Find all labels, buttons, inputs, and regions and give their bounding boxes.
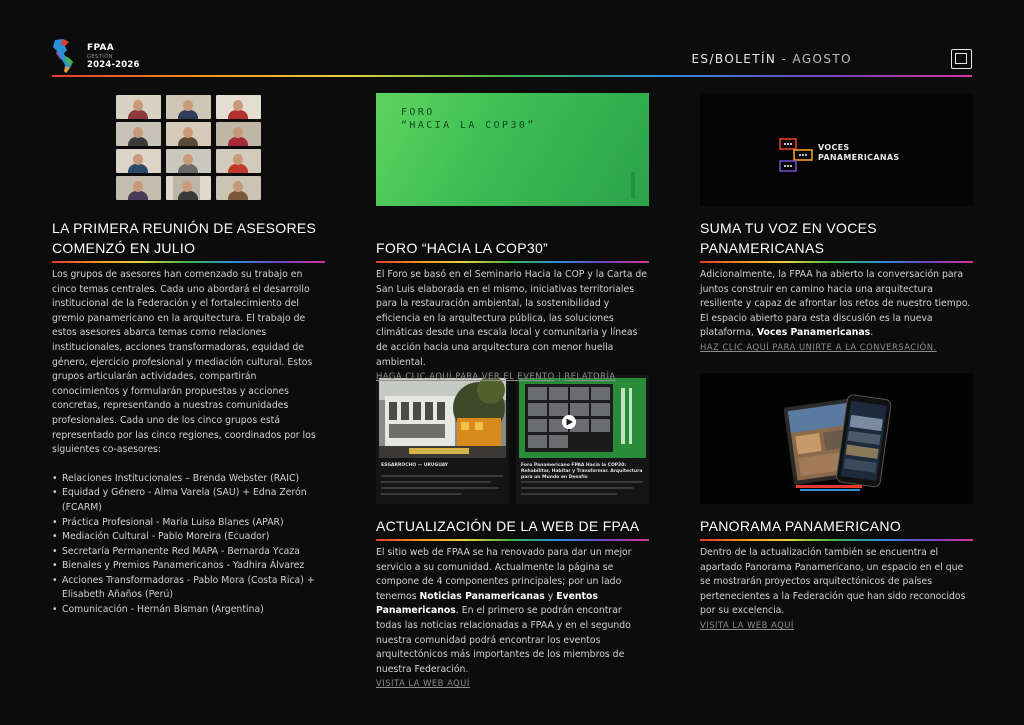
video-call-participant-tile [173, 176, 200, 200]
asesores-paragraph: Los grupos de asesores han comenzado su … [52, 269, 316, 456]
video-call-participant-tile [166, 95, 211, 119]
fpaa-logo: FPAA GESTIÓN 2024-2026 [51, 38, 141, 74]
voces-banner-line1: VOCES [818, 143, 850, 152]
asesores-list-item: Acciones Transformadoras - Pablo Mora (C… [52, 574, 325, 603]
panorama-heading: PANORAMA PANAMERICANO [700, 518, 902, 534]
visit-web-link[interactable]: VISITA LA WEB AQUÍ [376, 678, 649, 688]
web-update-text-and: y [544, 590, 557, 602]
relatoria-link[interactable]: RELATORÍA [564, 371, 615, 381]
heading-divider [700, 539, 973, 541]
video-call-participant-tile [116, 95, 161, 119]
header-rainbow-divider [52, 75, 972, 77]
voces-article: SUMA TU VOZ EN VOCES PANAMERICANAS Adici… [700, 218, 973, 352]
web-update-heading: ACTUALIZACIÓN DE LA WEB DE FPAA [376, 518, 640, 534]
video-call-photo [116, 95, 261, 202]
voces-banner-line2: PANAMERICANAS [818, 153, 900, 162]
speech-bubbles-icon [779, 138, 813, 172]
voces-heading-line1: SUMA TU VOZ EN VOCES [700, 220, 877, 236]
americas-map-icon [53, 39, 73, 73]
bulletin-title-main: ES/BOLETÍN [691, 52, 777, 66]
voces-heading-line2: PANAMERICANAS [700, 240, 825, 256]
foro-links: HAGA CLIC AQUÍ PARA VER EL EVENTO | RELA… [376, 371, 649, 381]
voces-text-c: . [870, 327, 874, 339]
bulletin-title-month: AGOSTO [792, 52, 852, 66]
noticias-panamericanas-text: Noticias Panamericanas [419, 590, 545, 602]
panorama-article: PANORAMA PANAMERICANO Dentro de la actua… [700, 516, 973, 630]
thumbnail-caption: ESGARROCHO — URUGUAY [381, 463, 503, 469]
video-call-participant-tile [116, 176, 161, 200]
logo-org-name: FPAA [87, 43, 115, 53]
foro-paragraph: El Foro se basó en el Seminario Hacia la… [376, 269, 647, 368]
video-thumbnail-caption: Foro Panamericano FPAA Hacia la COP30: R… [521, 463, 643, 481]
video-call-participant-tile [216, 95, 261, 119]
voces-paragraph: Adicionalmente, la FPAA ha abierto la co… [700, 268, 973, 341]
foro-cop30-banner: FORO “HACIA LA COP30” [376, 93, 649, 206]
heading-divider [376, 539, 649, 541]
visit-web-link[interactable]: VISITA LA WEB AQUÍ [700, 620, 973, 630]
video-call-participant-tile [116, 122, 161, 146]
asesores-list-item: Secretaría Permanente Red MAPA - Bernard… [52, 545, 325, 560]
asesores-heading-line2: COMENZÓ EN JULIO [52, 240, 196, 256]
video-call-participant-tile [166, 122, 211, 146]
asesores-list-item: Bienales y Premios Panamericanos - Yadhi… [52, 559, 325, 574]
bulletin-logo-icon [951, 49, 972, 69]
foro-event-link[interactable]: HAGA CLIC AQUÍ PARA VER EL EVENTO [376, 371, 555, 381]
web-update-paragraph: El sitio web de FPAA se ha renovado para… [376, 546, 649, 677]
asesores-list-item: Equidad y Género - Alma Varela (SAU) + E… [52, 486, 325, 515]
video-call-participant-tile [216, 122, 261, 146]
voces-banner-title: VOCES PANAMERICANAS [818, 143, 899, 163]
thumbnail-caption-title: ESGARROCHO — URUGUAY [381, 463, 449, 468]
video-call-participant-tile [216, 149, 261, 173]
banner-text-cop30: “HACIA LA COP30” [401, 120, 536, 131]
panorama-paragraph: Dentro de la actualización también se en… [700, 547, 966, 617]
video-thumbnail-title: Foro Panamericano FPAA Hacia la COP30: R… [521, 463, 643, 480]
asesores-list-item: Práctica Profesional - María Luisa Blane… [52, 516, 325, 531]
logo-years: 2024-2026 [87, 60, 140, 70]
asesores-list-item: Mediación Cultural - Pablo Moreira (Ecua… [52, 530, 325, 545]
asesores-list: Relaciones Institucionales – Brenda Webs… [52, 472, 325, 618]
voces-panamericanas-banner: VOCES PANAMERICANAS [700, 93, 973, 206]
voces-panamericanas-text: Voces Panamericanas [756, 327, 871, 339]
link-separator: | [554, 371, 565, 382]
banner-text-foro: FORO [401, 107, 435, 118]
asesores-article: LA PRIMERA REUNIÓN DE ASESORES COMENZÓ E… [52, 218, 325, 618]
forum-video-thumbnail[interactable]: Foro Panamericano FPAA Hacia la COP30: R… [516, 375, 649, 504]
heading-divider [52, 261, 325, 263]
heading-divider [700, 261, 973, 263]
building-photo [379, 378, 506, 458]
video-call-participant-tile [166, 149, 211, 173]
asesores-heading-line1: LA PRIMERA REUNIÓN DE ASESORES [52, 220, 317, 236]
asesores-list-item: Relaciones Institucionales – Brenda Webs… [52, 472, 325, 487]
video-conference-screenshot [519, 378, 646, 458]
heading-divider [376, 261, 649, 263]
asesores-list-item: Comunicación - Hernán Bisman (Argentina) [52, 603, 325, 618]
bulletin-title-separator: - [776, 52, 793, 66]
voces-heading: SUMA TU VOZ EN VOCES PANAMERICANAS [700, 218, 973, 258]
join-conversation-link[interactable]: HAZ CLIC AQUÍ PARA UNIRTE A LA CONVERSAC… [700, 342, 973, 352]
asesores-heading: LA PRIMERA REUNIÓN DE ASESORES COMENZÓ E… [52, 218, 325, 258]
foro-article: FORO “HACIA LA COP30” El Foro se basó en… [376, 238, 649, 381]
web-update-article: ACTUALIZACIÓN DE LA WEB DE FPAA El sitio… [376, 516, 649, 688]
video-call-participant-tile [216, 176, 261, 200]
panorama-devices-photo [700, 373, 973, 504]
building-photo-thumbnail: ESGARROCHO — URUGUAY [376, 375, 509, 504]
foro-heading: FORO “HACIA LA COP30” [376, 240, 549, 256]
video-call-participant-tile [116, 149, 161, 173]
bulletin-title: ES/BOLETÍN - AGOSTO [691, 52, 852, 66]
